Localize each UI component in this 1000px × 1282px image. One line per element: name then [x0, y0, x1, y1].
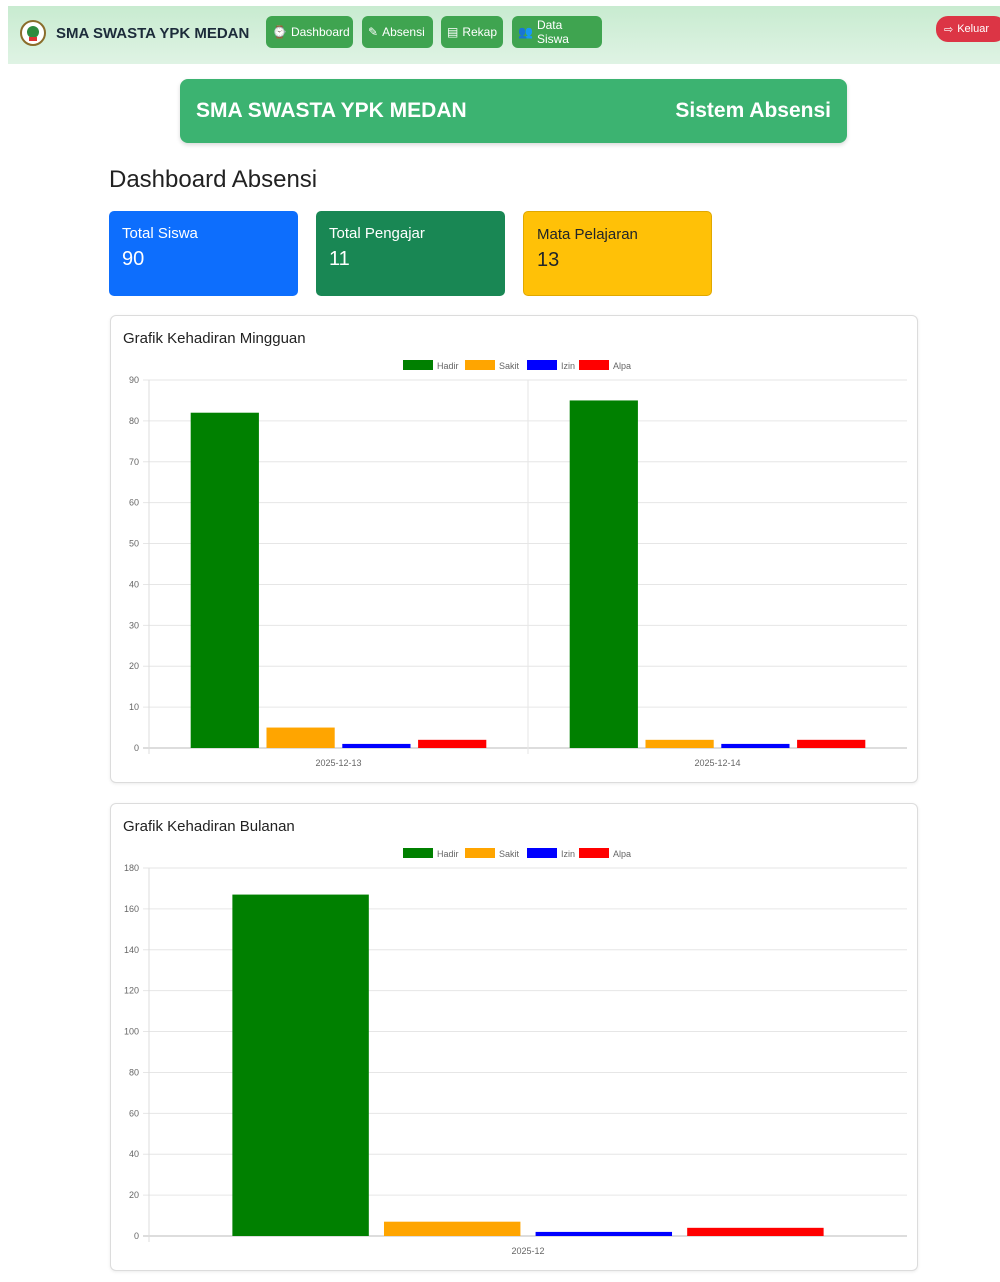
stat-value: 90 [122, 248, 145, 270]
y-tick-label: 40 [129, 579, 139, 589]
y-tick-label: 80 [129, 416, 139, 426]
logout-label: Keluar [957, 23, 990, 35]
header-banner: SMA SWASTA YPK MEDAN Sistem Absensi [180, 79, 847, 143]
bar-izin-2025-12-13[interactable] [342, 743, 411, 748]
school-logo-icon [20, 20, 46, 46]
legend-item-hadir[interactable]: Hadir [403, 848, 459, 859]
stat-value: 13 [537, 249, 560, 271]
stat-value: 11 [329, 248, 350, 270]
legend-swatch [403, 360, 433, 370]
nav-dashboard-label: Dashboard [290, 25, 350, 39]
brand[interactable]: SMA SWASTA YPK MEDAN [20, 20, 249, 46]
y-tick-label: 70 [129, 457, 139, 467]
legend-swatch [579, 360, 609, 370]
stat-card-mata-pelajaran: Mata Pelajaran 13 [523, 211, 712, 296]
legend-label: Sakit [499, 849, 520, 859]
bar-hadir-2025-12-13[interactable] [190, 412, 259, 748]
monthly-chart-card: Grafik Kehadiran Bulanan Hadir Sakit Izin A… [110, 803, 918, 1271]
banner-system-name: Sistem Absensi [675, 99, 831, 122]
legend-label: Izin [561, 361, 575, 371]
bar-hadir-2025-12-14[interactable] [569, 400, 638, 748]
y-tick-label: 100 [124, 1027, 139, 1037]
nav-dashboard-button[interactable]: ⌚ Dashboard [266, 16, 353, 48]
y-tick-label: 0 [134, 743, 139, 753]
y-tick-label: 120 [124, 986, 139, 996]
y-tick-label: 90 [129, 375, 139, 385]
logout-button[interactable]: ⇨ Keluar [936, 16, 1000, 42]
nav-rekap-label: Rekap [462, 25, 498, 39]
weekly-chart: Hadir Sakit Izin Alpa 0 10 20 30 40 50 60 70 80 90 202… [129, 360, 907, 768]
bar-izin-2025-12-14[interactable] [721, 743, 790, 748]
monthly-chart: Hadir Sakit Izin Alpa 0 20 40 60 80 100 120 140 160 1… [124, 848, 907, 1256]
legend-label: Alpa [613, 849, 631, 859]
y-tick-label: 160 [124, 904, 139, 914]
nav-data-siswa-label: Data Siswa [536, 18, 569, 46]
stat-label: Mata Pelajaran [537, 226, 638, 243]
bar-alpa-2025-12-14[interactable] [797, 739, 866, 748]
y-tick-label: 80 [129, 1067, 139, 1077]
clipboard-icon: ▤ [447, 25, 459, 39]
people-icon: 👥 [518, 25, 533, 39]
nav-data-siswa-button[interactable]: 👥 Data Siswa [512, 16, 602, 48]
legend-label: Hadir [437, 849, 459, 859]
stat-label: Total Pengajar [329, 225, 425, 242]
top-navbar: SMA SWASTA YPK MEDAN ⌚ Dashboard ✎ Absen… [8, 6, 1000, 64]
legend-swatch [527, 360, 557, 370]
legend-item-alpa[interactable]: Alpa [579, 848, 631, 859]
y-tick-label: 60 [129, 498, 139, 508]
bar-hadir-2025-12[interactable] [232, 894, 369, 1236]
weekly-chart-card: Grafik Kehadiran Mingguan Hadir Sakit Izin… [110, 315, 918, 783]
stat-card-total-siswa: Total Siswa 90 [109, 211, 298, 296]
legend-item-izin[interactable]: Izin [527, 848, 575, 859]
legend-item-sakit[interactable]: Sakit [465, 848, 520, 859]
legend-item-hadir[interactable]: Hadir [403, 360, 459, 371]
nav-rekap-button[interactable]: ▤ Rekap [441, 16, 503, 48]
stat-label: Total Siswa [122, 225, 198, 242]
legend-label: Alpa [613, 361, 631, 371]
y-tick-label: 30 [129, 620, 139, 630]
nav-absensi-label: Absensi [382, 25, 425, 39]
y-tick-label: 180 [124, 863, 139, 873]
edit-icon: ✎ [368, 25, 379, 39]
page-title: Dashboard Absensi [109, 166, 318, 193]
logout-icon: ⇨ [944, 23, 954, 36]
legend-swatch [579, 848, 609, 858]
x-tick-label: 2025-12 [511, 1246, 544, 1256]
legend-label: Sakit [499, 361, 520, 371]
legend-swatch [465, 848, 495, 858]
legend-item-izin[interactable]: Izin [527, 360, 575, 371]
bar-sakit-2025-12-14[interactable] [645, 739, 714, 748]
legend-swatch [403, 848, 433, 858]
legend-item-sakit[interactable]: Sakit [465, 360, 520, 371]
nav-absensi-button[interactable]: ✎ Absensi [362, 16, 433, 48]
banner-school-name: SMA SWASTA YPK MEDAN [196, 99, 467, 122]
y-tick-label: 20 [129, 1190, 139, 1200]
x-tick-label: 2025-12-13 [315, 758, 361, 768]
y-tick-label: 10 [129, 702, 139, 712]
legend-label: Izin [561, 849, 575, 859]
y-tick-label: 50 [129, 539, 139, 549]
legend-item-alpa[interactable]: Alpa [579, 360, 631, 371]
y-tick-label: 60 [129, 1108, 139, 1118]
bar-izin-2025-12[interactable] [535, 1231, 673, 1236]
legend-label: Hadir [437, 361, 459, 371]
legend-swatch [465, 360, 495, 370]
y-tick-label: 0 [134, 1231, 139, 1241]
bar-sakit-2025-12-13[interactable] [266, 727, 335, 748]
y-tick-label: 40 [129, 1149, 139, 1159]
bar-alpa-2025-12-13[interactable] [418, 739, 487, 748]
legend-swatch [527, 848, 557, 858]
y-tick-label: 20 [129, 661, 139, 671]
bar-alpa-2025-12[interactable] [687, 1227, 824, 1236]
y-tick-label: 140 [124, 945, 139, 955]
bar-sakit-2025-12[interactable] [383, 1221, 521, 1236]
speedometer-icon: ⌚ [272, 25, 287, 39]
brand-name: SMA SWASTA YPK MEDAN [56, 24, 250, 42]
x-tick-label: 2025-12-14 [694, 758, 740, 768]
stat-card-total-pengajar: Total Pengajar 11 [316, 211, 505, 296]
